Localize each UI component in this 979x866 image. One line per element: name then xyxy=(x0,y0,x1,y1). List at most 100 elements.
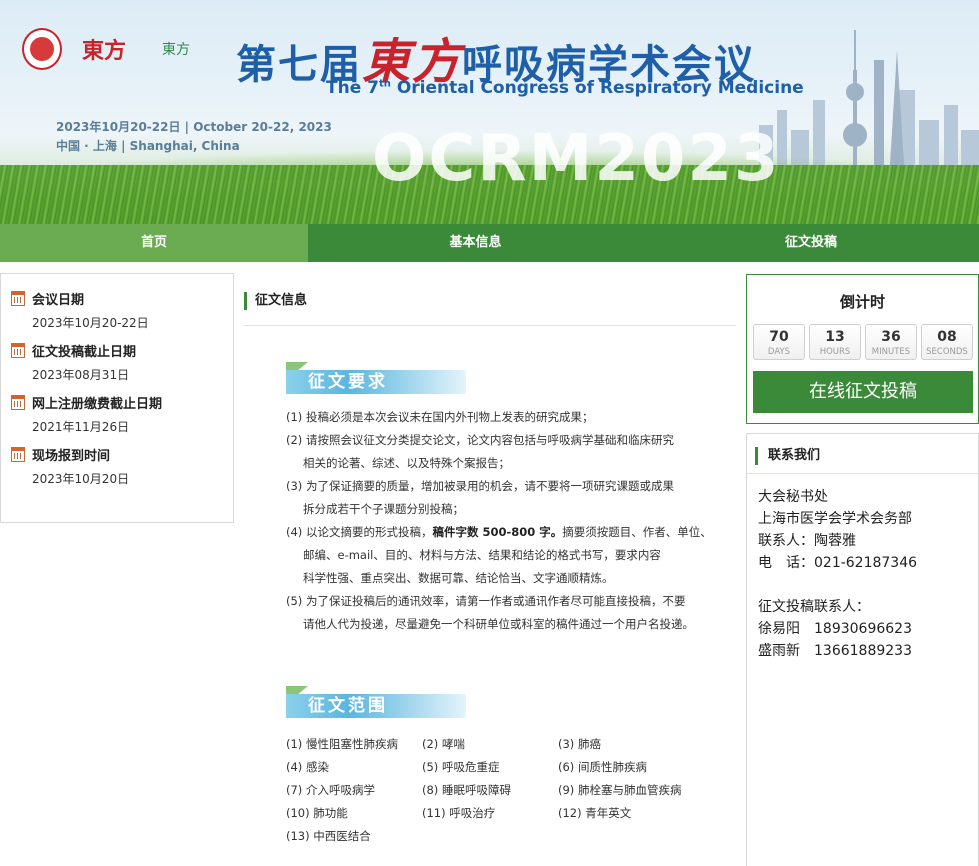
scope-row: (10) 肺功能 (11) 呼吸治疗 (12) 青年英文 xyxy=(286,802,706,825)
date-item: 现场报到时间 2023年10月20日 xyxy=(11,444,233,487)
scope-item: (12) 青年英文 xyxy=(558,806,632,820)
main-nav: 首页 基本信息 征文投稿 xyxy=(0,224,979,262)
date-label: 会议日期 xyxy=(32,292,85,308)
countdown-number: 13 xyxy=(825,329,845,345)
countdown-number: 08 xyxy=(937,329,957,345)
requirement-line: 拆分成若干个子课题分别投稿； xyxy=(303,502,464,516)
contact-divider xyxy=(747,473,979,474)
header-banner: 東方 東方 第七届東方呼吸病学术会议 The 7th Oriental Cong… xyxy=(0,0,979,224)
date-item: 会议日期 2023年10月20-22日 xyxy=(11,288,233,331)
online-submission-button[interactable]: 在线征文投稿 xyxy=(753,371,973,413)
contact-line: 征文投稿联系人： xyxy=(758,599,870,615)
contact-info: 大会秘书处 上海市医学会学术会务部 联系人：陶蓉雅 电 话：021-621873… xyxy=(758,486,917,662)
scope-item: (13) 中西医结合 xyxy=(286,829,371,843)
contact-panel: 联系我们 大会秘书处 上海市医学会学术会务部 联系人：陶蓉雅 电 话：021-6… xyxy=(746,433,979,866)
calendar-icon xyxy=(11,290,25,306)
section-title: 征文信息 xyxy=(244,292,736,310)
countdown-panel: 倒计时 70 DAYS 13 HOURS 36 MINUTES 08 SECON… xyxy=(746,274,979,424)
countdown-hours: 13 HOURS xyxy=(809,324,861,360)
key-dates-sidebar: 会议日期 2023年10月20-22日 征文投稿截止日期 2023年08月31日… xyxy=(0,273,234,523)
countdown-number: 70 xyxy=(769,329,789,345)
requirement-line: 科学性强、重点突出、数据可靠、结论恰当、文字通顺精炼。 xyxy=(303,571,614,585)
countdown-title: 倒计时 xyxy=(839,293,885,311)
contact-line: 上海市医学会学术会务部 xyxy=(758,511,912,527)
logo-group: 東方 東方 xyxy=(22,28,206,70)
conference-location: 中国 · 上海 | Shanghai, China xyxy=(56,139,240,153)
date-label: 征文投稿截止日期 xyxy=(32,344,137,360)
countdown-seconds: 08 SECONDS xyxy=(921,324,973,360)
scope-row: (13) 中西医结合 xyxy=(286,825,706,848)
title-en-sup: th xyxy=(378,78,391,90)
title-en-pre: The 7 xyxy=(326,78,379,98)
association-logo-icon xyxy=(22,28,62,70)
nav-basic-info[interactable]: 基本信息 xyxy=(308,224,643,262)
word-count-emphasis: 稿件字数 500-800 字。 xyxy=(432,525,563,539)
scope-item: (11) 呼吸治疗 xyxy=(422,806,496,820)
calendar-icon xyxy=(11,446,25,462)
contact-line: 盛雨新 13661889233 xyxy=(758,643,912,659)
date-value: 2021年11月26日 xyxy=(32,420,130,434)
nav-home[interactable]: 首页 xyxy=(0,224,308,262)
date-item: 网上注册缴费截止日期 2021年11月26日 xyxy=(11,392,233,435)
requirements-heading: 征文要求 xyxy=(286,362,466,394)
date-value: 2023年10月20-22日 xyxy=(32,316,149,330)
date-item: 征文投稿截止日期 2023年08月31日 xyxy=(11,340,233,383)
section-divider xyxy=(244,325,736,326)
conference-title-en: The 7th Oriental Congress of Respiratory… xyxy=(326,78,804,98)
scope-item: (4) 感染 xyxy=(286,760,329,774)
scope-item: (7) 介入呼吸病学 xyxy=(286,783,375,797)
oriental-logo: 東方 xyxy=(81,38,126,64)
requirement-line: (4) 以论文摘要的形式投稿，稿件字数 500-800 字。摘要须按题目、作者、… xyxy=(286,521,712,544)
date-value: 2023年08月31日 xyxy=(32,368,130,382)
scope-row: (4) 感染 (5) 呼吸危重症 (6) 间质性肺疾病 xyxy=(286,756,706,779)
scope-item: (6) 间质性肺疾病 xyxy=(558,760,647,774)
requirement-line: (3) 为了保证摘要的质量，增加被录用的机会，请不要将一项研究课题或成果 xyxy=(286,479,674,493)
date-label: 网上注册缴费截止日期 xyxy=(32,396,163,412)
countdown-unit: DAYS xyxy=(767,347,791,357)
requirement-text: (4) 以论文摘要的形式投稿， xyxy=(286,525,433,539)
countdown-number: 36 xyxy=(881,329,901,345)
scope-item: (5) 呼吸危重症 xyxy=(422,760,500,774)
scope-item: (8) 睡眠呼吸障碍 xyxy=(422,783,511,797)
conference-date-location: 2023年10月20-22日 | October 20-22, 2023 中国 … xyxy=(56,118,332,156)
calendar-icon xyxy=(11,342,25,358)
countdown-unit: SECONDS xyxy=(926,347,968,357)
scope-item: (10) 肺功能 xyxy=(286,806,348,820)
countdown-timer: 70 DAYS 13 HOURS 36 MINUTES 08 SECONDS xyxy=(753,324,973,360)
contact-title: 联系我们 xyxy=(755,447,820,465)
scope-heading-text: 征文范围 xyxy=(308,696,388,716)
requirement-line: 相关的论著、综述、以及特殊个案报告； xyxy=(303,456,510,470)
countdown-unit: HOURS xyxy=(819,347,851,357)
contact-line: 电 话：021-62187346 xyxy=(758,555,918,571)
scope-item: (3) 肺癌 xyxy=(558,737,601,751)
requirement-line: (1) 投稿必须是本次会议未在国内外刊物上发表的研究成果； xyxy=(286,410,594,424)
scope-item: (1) 慢性阻塞性肺疾病 xyxy=(286,737,398,751)
calendar-icon xyxy=(11,394,25,410)
contact-line: 徐易阳 18930696623 xyxy=(758,621,912,637)
requirement-line: 请他人代为投递，尽量避免一个科研单位或科室的稿件通过一个用户名投递。 xyxy=(303,617,694,631)
scope-item: (9) 肺栓塞与肺血管疾病 xyxy=(558,783,682,797)
requirement-line: 邮编、e-mail、目的、材料与方法、结果和结论的格式书写，要求内容 xyxy=(303,548,661,562)
countdown-unit: MINUTES xyxy=(871,347,911,357)
date-value: 2023年10月20日 xyxy=(32,472,130,486)
scope-row: (7) 介入呼吸病学 (8) 睡眠呼吸障碍 (9) 肺栓塞与肺血管疾病 xyxy=(286,779,706,802)
requirement-line: (5) 为了保证投稿后的通讯效率，请第一作者或通讯作者尽可能直接投稿，不要 xyxy=(286,594,686,608)
requirement-line: (2) 请按照会议征文分类提交论文，论文内容包括与呼吸病学基础和临床研究 xyxy=(286,433,674,447)
scope-item: (2) 哮喘 xyxy=(422,737,465,751)
countdown-days: 70 DAYS xyxy=(753,324,805,360)
scope-list: (1) 慢性阻塞性肺疾病 (2) 哮喘 (3) 肺癌 (4) 感染 (5) 呼吸… xyxy=(286,733,706,848)
contact-line: 联系人：陶蓉雅 xyxy=(758,533,856,549)
conference-date: 2023年10月20-22日 | October 20-22, 2023 xyxy=(56,120,332,134)
requirements-list: (1) 投稿必须是本次会议未在国内外刊物上发表的研究成果； (2) 请按照会议征… xyxy=(286,406,712,636)
main-content: 征文信息 征文要求 (1) 投稿必须是本次会议未在国内外刊物上发表的研究成果； … xyxy=(244,292,736,843)
nav-submission[interactable]: 征文投稿 xyxy=(643,224,979,262)
scope-heading: 征文范围 xyxy=(286,686,466,718)
requirements-heading-text: 征文要求 xyxy=(308,372,388,392)
countdown-minutes: 36 MINUTES xyxy=(865,324,917,360)
scope-row: (1) 慢性阻塞性肺疾病 (2) 哮喘 (3) 肺癌 xyxy=(286,733,706,756)
requirement-text: 摘要须按题目、作者、单位、 xyxy=(562,525,712,539)
title-en-post: Oriental Congress of Respiratory Medicin… xyxy=(396,78,804,98)
ocrm-watermark: OCRM2023 xyxy=(372,122,781,196)
date-label: 现场报到时间 xyxy=(32,448,111,464)
contact-line: 大会秘书处 xyxy=(758,489,828,505)
